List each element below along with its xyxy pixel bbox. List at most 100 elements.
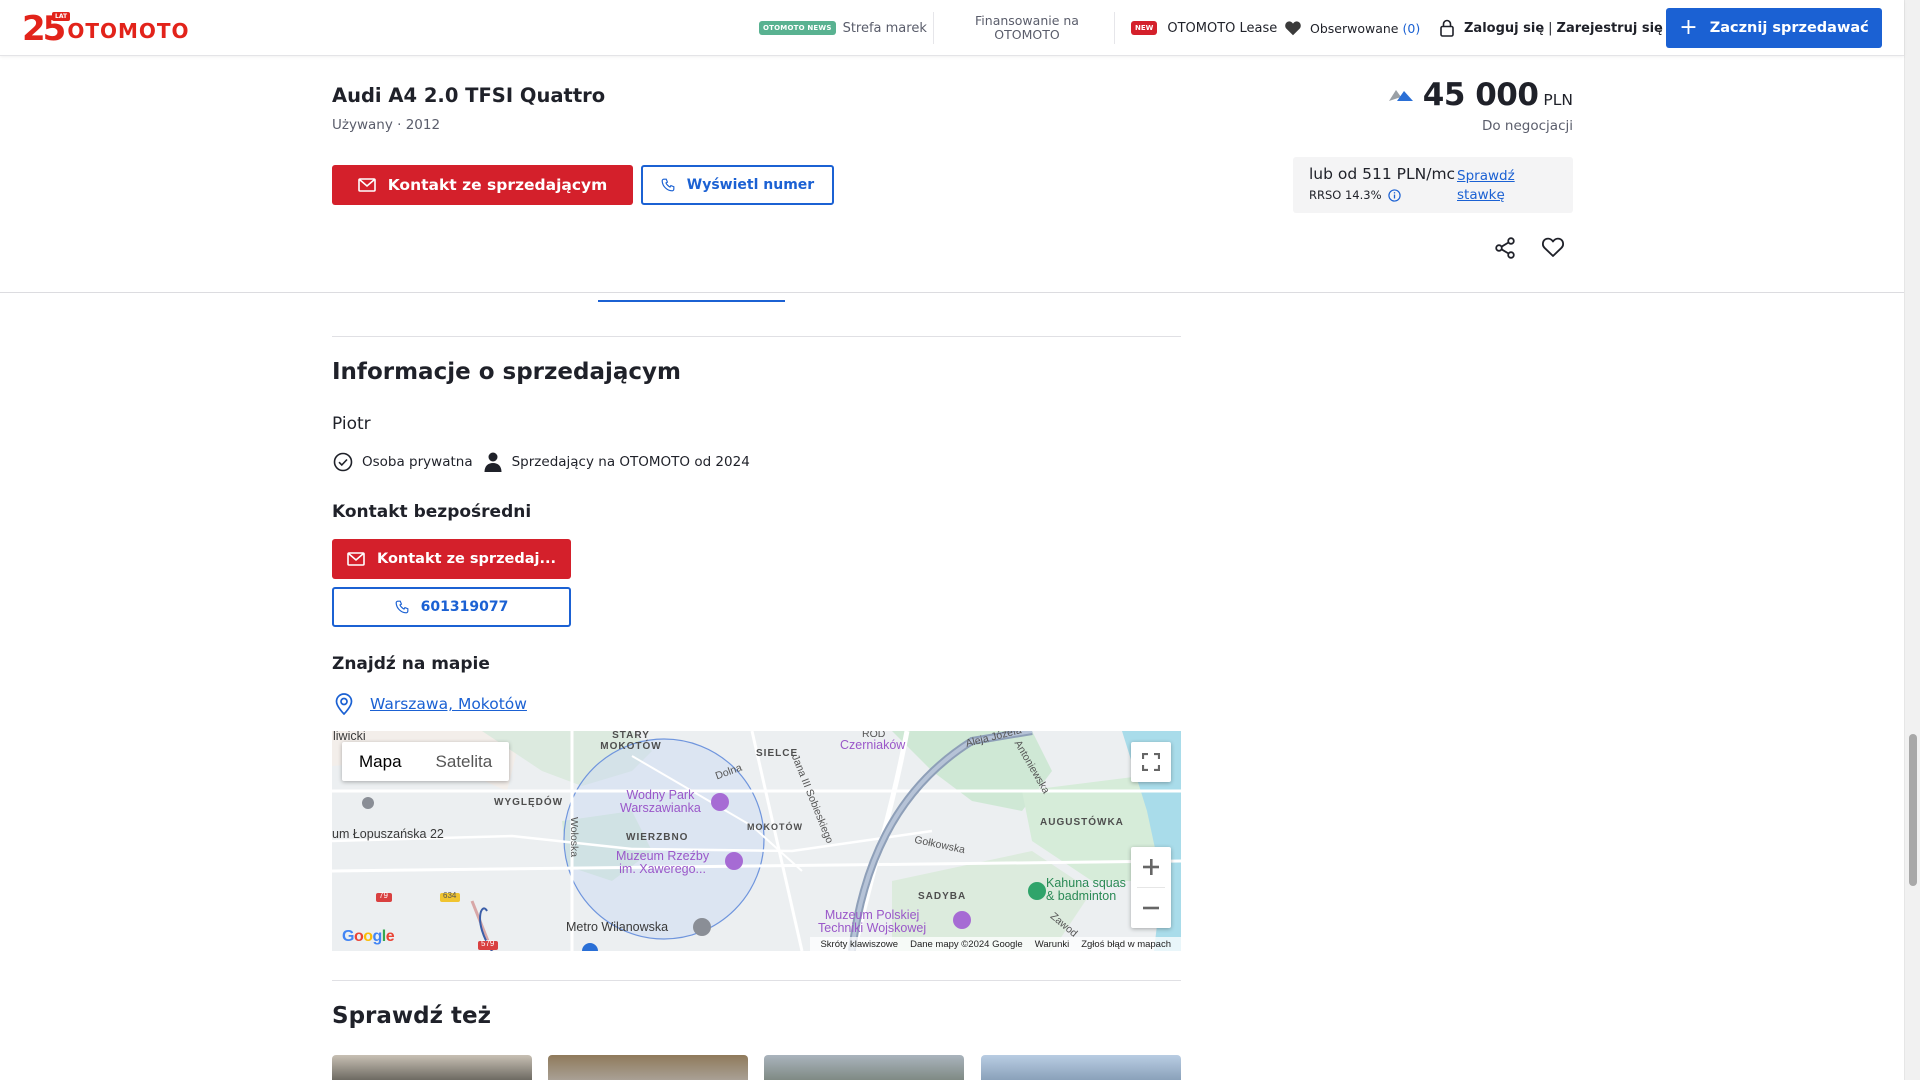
contact-seller-label-2: Kontakt ze sprzedaj... bbox=[376, 551, 557, 567]
location-link[interactable]: Warszawa, Mokotów bbox=[370, 695, 527, 713]
financing-box: lub od 511 PLN/mc RRSO 14.3% Sprawdź sta… bbox=[1293, 157, 1573, 213]
price-value: 45 000 bbox=[1422, 77, 1539, 113]
nav-divider bbox=[933, 12, 934, 44]
map-road-shield: 634 bbox=[443, 891, 457, 900]
financing-monthly: lub od 511 PLN/mc bbox=[1309, 165, 1456, 183]
map-label: Wodny Park Warszawianka bbox=[620, 789, 701, 815]
map-label-line: Techniki Wojskowej bbox=[818, 921, 927, 935]
map-type-control: Mapa Satelita bbox=[342, 742, 510, 781]
favorite-heart-icon[interactable] bbox=[1541, 236, 1565, 258]
price-block: 45 000 PLN Do negocjacji bbox=[1350, 77, 1573, 134]
map-label-line: Muzeum Polskiej bbox=[824, 908, 920, 922]
direct-contact-title: Kontakt bezpośredni bbox=[332, 502, 532, 522]
page-scrollbar[interactable] bbox=[1904, 0, 1920, 1080]
new-badge: NEW bbox=[1131, 21, 1158, 35]
contact-seller-label: Kontakt ze sprzedającym bbox=[387, 176, 608, 194]
map-label: Muzeum Rzeźby im. Xawerego... bbox=[616, 850, 709, 876]
phone-number-label: 601319077 bbox=[420, 599, 509, 615]
seller-section-title: Informacje o sprzedającym bbox=[332, 359, 681, 385]
location-row: Warszawa, Mokotów bbox=[334, 693, 527, 715]
seller-type: Osoba prywatna bbox=[333, 452, 473, 472]
check-rate-link[interactable]: Sprawdź stawkę bbox=[1457, 167, 1547, 205]
map-road-shield: 579 bbox=[481, 939, 495, 948]
map-label-line: Kahuna squas bbox=[1046, 876, 1126, 890]
phone-icon bbox=[661, 178, 675, 192]
fullscreen-button[interactable] bbox=[1131, 742, 1171, 782]
nav-watched-label: Obserwowane bbox=[1310, 20, 1399, 36]
map-label: Czerniaków bbox=[840, 738, 906, 752]
share-icon[interactable] bbox=[1493, 236, 1517, 260]
location-map[interactable]: liwicki STARY MOKOTÓW SIELCE ROD Czernia… bbox=[332, 731, 1181, 951]
related-listings bbox=[332, 1055, 1181, 1080]
nav-watched[interactable]: Obserwowane (0) bbox=[1284, 0, 1420, 56]
heart-icon bbox=[1285, 21, 1301, 36]
map-label: MOKOTÓW bbox=[747, 822, 803, 832]
zoom-in-button[interactable] bbox=[1131, 847, 1171, 887]
contact-seller-button[interactable]: Kontakt ze sprzedającym bbox=[332, 165, 633, 205]
nav-brands-zone[interactable]: OTOMOTO NEWS Strefa marek bbox=[759, 0, 927, 56]
section-divider bbox=[332, 980, 1181, 981]
check-circle-icon bbox=[333, 452, 353, 472]
map-label: Wołoska bbox=[568, 816, 581, 858]
logo-lat-badge: LAT bbox=[52, 12, 71, 21]
price-currency: PLN bbox=[1543, 91, 1573, 109]
contact-seller-button-2[interactable]: Kontakt ze sprzedaj... bbox=[332, 539, 571, 579]
zoom-out-button[interactable] bbox=[1131, 888, 1171, 928]
phone-number-button[interactable]: 601319077 bbox=[332, 587, 571, 627]
related-listing-thumbnail[interactable] bbox=[981, 1055, 1181, 1080]
nav-lease[interactable]: NEW OTOMOTO Lease bbox=[1131, 0, 1277, 56]
listing-sticky-header: Audi A4 2.0 TFSI Quattro Używany · 2012 … bbox=[0, 57, 1904, 293]
map-section-title: Znajdź na mapie bbox=[332, 654, 490, 674]
seller-since: Sprzedający na OTOMOTO od 2024 bbox=[483, 451, 750, 473]
financing-rrso-label: RRSO 14.3% bbox=[1309, 188, 1382, 202]
terms-link[interactable]: Warunki bbox=[1035, 939, 1070, 950]
map-attribution: Skróty klawiszowe Dane mapy ©2024 Google… bbox=[810, 937, 1181, 951]
nav-brands-label: Strefa marek bbox=[842, 20, 927, 36]
register-link[interactable]: Zarejestruj się bbox=[1557, 21, 1663, 36]
section-divider bbox=[332, 336, 1181, 337]
zoom-in-icon bbox=[1143, 859, 1159, 875]
start-selling-label: Zacznij sprzedawać bbox=[1709, 20, 1869, 36]
location-pin-icon bbox=[335, 693, 353, 715]
nav-watched-count: (0) bbox=[1402, 20, 1421, 36]
otomoto-news-badge: OTOMOTO NEWS bbox=[759, 21, 836, 35]
phone-icon bbox=[395, 600, 409, 614]
envelope-icon bbox=[357, 178, 376, 192]
price-negotiable: Do negocjacji bbox=[1481, 118, 1573, 134]
report-error-link[interactable]: Zgłoś błąd w mapach bbox=[1081, 939, 1171, 950]
map-label-line: Warszawianka bbox=[620, 801, 701, 815]
scrollbar-thumb[interactable] bbox=[1909, 734, 1917, 886]
map-label: Metro Wilanowska bbox=[566, 920, 669, 934]
info-icon[interactable] bbox=[1387, 188, 1401, 202]
seller-since-label: Sprzedający na OTOMOTO od 2024 bbox=[511, 454, 750, 470]
nav-divider bbox=[1114, 12, 1115, 44]
map-label-line: Wodny Park bbox=[626, 788, 695, 802]
map-type-satellite[interactable]: Satelita bbox=[419, 742, 510, 781]
seller-meta: Osoba prywatna Sprzedający na OTOMOTO od… bbox=[333, 451, 760, 473]
show-number-button[interactable]: Wyświetl numer bbox=[641, 165, 834, 205]
map-label-line: Muzeum Rzeźby bbox=[616, 849, 710, 863]
map-label: AUGUSTÓWKA bbox=[1040, 817, 1124, 828]
login-link[interactable]: Zaloguj się bbox=[1464, 21, 1544, 36]
listing-title: Audi A4 2.0 TFSI Quattro bbox=[332, 84, 606, 107]
otomoto-logo[interactable]: 25 LAT OTOMOTO bbox=[22, 10, 190, 46]
map-label: um Łopuszańska 22 bbox=[332, 827, 444, 841]
map-label-line: im. Xawerego... bbox=[619, 862, 706, 876]
logo-wordmark: OTOMOTO bbox=[67, 19, 190, 43]
related-section-title: Sprawdź też bbox=[332, 1003, 491, 1029]
map-data-label: Dane mapy ©2024 Google bbox=[910, 938, 1023, 950]
fullscreen-icon bbox=[1142, 753, 1160, 771]
nav-financing[interactable]: Finansowanie na OTOMOTO bbox=[962, 0, 1092, 56]
nav-account: Zaloguj się | Zarejestruj się bbox=[1439, 0, 1663, 56]
related-listing-thumbnail[interactable] bbox=[548, 1055, 748, 1080]
user-lock-icon bbox=[1440, 19, 1454, 37]
start-selling-button[interactable]: + Zacznij sprzedawać bbox=[1666, 8, 1882, 48]
related-listing-thumbnail[interactable] bbox=[764, 1055, 964, 1080]
map-label: Kahuna squas & badminton bbox=[1046, 877, 1126, 903]
map-label-line: & badminton bbox=[1046, 889, 1117, 903]
keyboard-shortcuts-link[interactable]: Skróty klawiszowe bbox=[820, 939, 898, 950]
map-type-map[interactable]: Mapa bbox=[342, 742, 419, 781]
related-listing-thumbnail[interactable] bbox=[332, 1055, 532, 1080]
seller-type-label: Osoba prywatna bbox=[362, 454, 473, 470]
person-icon bbox=[484, 452, 502, 472]
